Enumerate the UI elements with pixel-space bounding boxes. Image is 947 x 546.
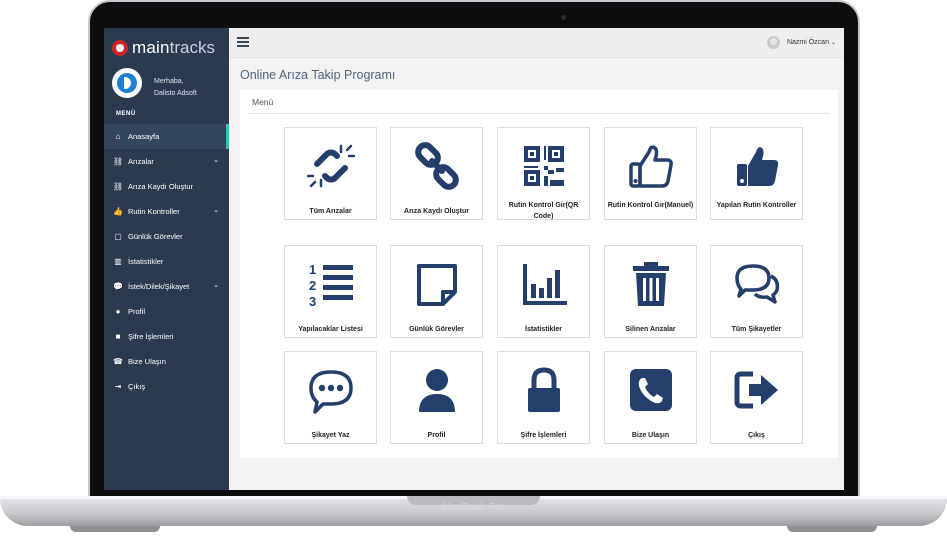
menu-tile-1[interactable]: Arıza Kaydı Oluştur	[390, 127, 483, 220]
sidebar-item-label: İstatistikler	[128, 257, 164, 266]
menu-tile-label: Günlük Görevler	[409, 326, 464, 333]
sidebar-item-label: Bize Ulaşın	[128, 357, 166, 366]
menu-tile-14[interactable]: Çıkış	[710, 351, 803, 444]
sidebar-item-label: İstek/Dilek/Şikayet	[128, 282, 190, 291]
sidebar-item-label: Arıza Kaydı Oluştur	[128, 182, 194, 191]
sidebar-item-4[interactable]: ▢ Günlük Görevler	[104, 224, 229, 249]
sidebar-nav: ⌂ Anasayfa ⛓ Arızalar ⌄ ⛓ Arıza Kaydı Oluştur 👍…	[104, 124, 229, 399]
app-screen: main tracks Merhaba, Dalisto Adsoft MENÜ …	[104, 28, 844, 490]
menu-tile-7[interactable]: İstatistikler	[497, 245, 590, 338]
menu-tile-label: Tüm Arızalar	[309, 208, 352, 215]
menu-tile-label: Şikayet Yaz	[311, 432, 350, 439]
menu-tile-label: Profil	[427, 432, 446, 439]
logo-text-main: main	[132, 38, 170, 57]
hamburger-menu-icon[interactable]	[237, 37, 249, 47]
chevron-down-icon: ⌄	[213, 282, 219, 289]
logo-text-tracks: tracks	[169, 38, 215, 57]
menu-tile-label: Bize Ulaşın	[631, 432, 670, 439]
link-icon: ⛓	[112, 157, 124, 166]
user-avatar	[112, 68, 142, 98]
laptop-foot-left	[70, 526, 160, 532]
menu-tile-0[interactable]: Tüm Arızalar	[284, 127, 377, 220]
maintracks-logo[interactable]: main tracks	[112, 37, 215, 59]
sidebar-item-label: Anasayfa	[128, 132, 160, 141]
menu-tile-3[interactable]: Rutin Kontrol Gir(Manuel)	[604, 127, 697, 220]
sidebar: main tracks Merhaba, Dalisto Adsoft MENÜ …	[104, 28, 229, 490]
menu-tile-5[interactable]: 1 2 3 Yapılacaklar Listesi	[284, 245, 377, 338]
logo-mark-icon	[112, 40, 128, 56]
menu-panel: Menü Tüm Arızalar Arıza Kaydı Oluştur Ruti…	[240, 90, 838, 458]
sidebar-item-label: Profil	[128, 307, 146, 316]
user-icon: ●	[115, 307, 121, 316]
lock-icon: ■	[115, 332, 121, 341]
sidebar-item-6[interactable]: 💬 İstek/Dilek/Şikayet ⌄	[104, 274, 229, 299]
user-company: Dalisto Adsoft	[154, 90, 197, 97]
svg-text:1: 1	[309, 262, 316, 277]
menu-tile-label: Çıkış	[748, 432, 765, 439]
comments-icon: 💬	[113, 282, 123, 291]
note-icon: ▢	[114, 232, 122, 241]
panel-divider	[248, 113, 830, 114]
chevron-down-icon: ⌄	[830, 40, 836, 46]
menu-tile-13[interactable]: Bize Ulaşın	[604, 351, 697, 444]
menu-tile-label: İstatistikler	[525, 326, 562, 333]
sidebar-item-9[interactable]: ☎ Bize Ulaşın	[104, 349, 229, 374]
sidebar-item-10[interactable]: ⇥ Çıkış	[104, 374, 229, 399]
menu-tile-12[interactable]: Şifre İşlemleri	[497, 351, 590, 444]
sidebar-item-3[interactable]: 👍 Rutin Kontroller ⌄	[104, 199, 229, 224]
menu-tile-label: Tüm Şikayetler	[731, 326, 782, 333]
menu-tile-label: Yapılacaklar Listesi	[298, 326, 363, 333]
sidebar-item-5[interactable]: ▥ İstatistikler	[104, 249, 229, 274]
sidebar-item-label: Çıkış	[128, 382, 146, 391]
sidebar-item-2[interactable]: ⛓ Arıza Kaydı Oluştur	[104, 174, 229, 199]
sign-out-icon: ⇥	[114, 382, 122, 391]
menu-tile-9[interactable]: Tüm Şikayetler	[710, 245, 803, 338]
panel-title: Menü	[252, 97, 274, 107]
user-menu[interactable]: Nazmi Özcan ⌄	[766, 36, 836, 49]
sidebar-item-1[interactable]: ⛓ Arızalar ⌄	[104, 149, 229, 174]
menu-tile-6[interactable]: Günlük Görevler	[390, 245, 483, 338]
menu-tile-label: Arıza Kaydı Oluştur	[404, 208, 469, 215]
sidebar-item-label: Rutin Kontroller	[128, 207, 180, 216]
phone-icon: ☎	[113, 357, 123, 366]
home-icon: ⌂	[115, 132, 121, 141]
user-avatar-small	[766, 36, 780, 49]
menu-tile-4[interactable]: Yapılan Rutin Kontroller	[710, 127, 803, 220]
sidebar-item-0[interactable]: ⌂ Anasayfa	[104, 124, 229, 149]
thumbs-up-icon: 👍	[113, 207, 123, 216]
menu-tile-8[interactable]: Silinen Arızalar	[604, 245, 697, 338]
sidebar-item-label: Arızalar	[128, 157, 154, 166]
svg-text:3: 3	[309, 294, 316, 308]
link-icon: ⛓	[112, 182, 124, 191]
device-brand: MacBook Pro	[441, 502, 506, 513]
menu-heading: MENÜ	[116, 111, 136, 117]
menu-tile-label: Silinen Arızalar	[625, 326, 676, 333]
sidebar-item-8[interactable]: ■ Şifre İşlemleri	[104, 324, 229, 349]
menu-tile-2[interactable]: Rutin Kontrol Gir(QR Code)	[497, 127, 590, 220]
chevron-down-icon: ⌄	[213, 207, 219, 214]
menu-tile-label: Rutin Kontrol Gir(QR Code)	[508, 202, 579, 220]
camera	[561, 15, 566, 20]
topbar: Nazmi Özcan ⌄	[229, 28, 844, 58]
chevron-down-icon: ⌄	[213, 157, 219, 164]
sidebar-item-label: Şifre İşlemleri	[128, 332, 174, 341]
sidebar-item-label: Günlük Görevler	[128, 232, 183, 241]
laptop-foot-right	[787, 526, 877, 532]
bar-chart-icon: ▥	[114, 257, 122, 266]
menu-tile-label: Yapılan Rutin Kontroller	[716, 202, 797, 209]
greeting-text: Merhaba,	[154, 78, 184, 85]
sidebar-item-7[interactable]: ● Profil	[104, 299, 229, 324]
svg-text:2: 2	[309, 278, 316, 293]
menu-tile-10[interactable]: Şikayet Yaz	[284, 351, 377, 444]
menu-tile-label: Rutin Kontrol Gir(Manuel)	[607, 202, 694, 209]
menu-tile-label: Şifre İşlemleri	[520, 432, 567, 439]
user-name: Nazmi Özcan	[786, 39, 829, 46]
page-title: Online Arıza Takip Programı	[240, 68, 396, 82]
menu-tile-11[interactable]: Profil	[390, 351, 483, 444]
user-greeting: Merhaba, Dalisto Adsoft	[154, 76, 197, 100]
